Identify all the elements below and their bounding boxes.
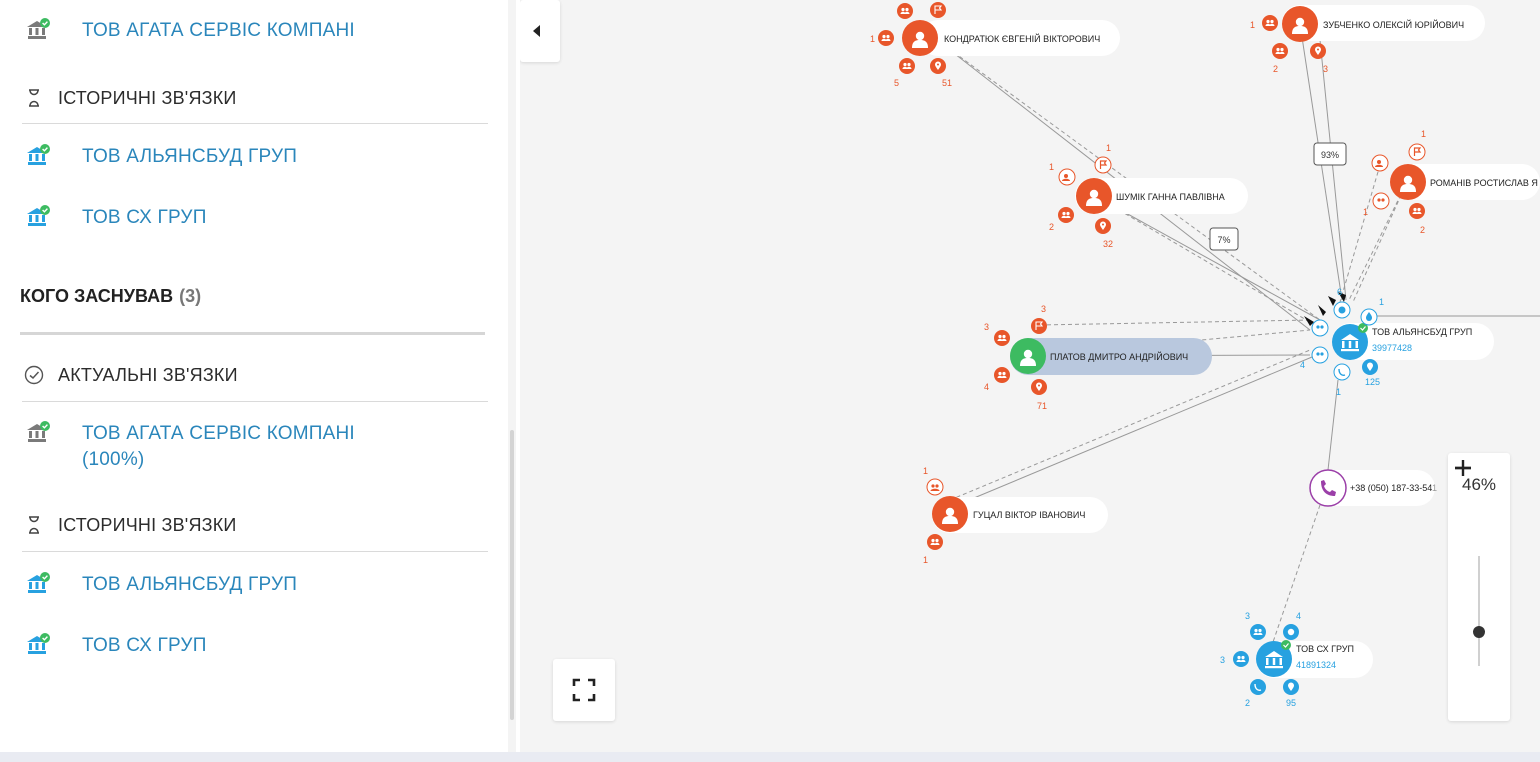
person-node-romaniv[interactable]: РОМАНІВ РОСТИСЛАВ Я 1 1 2	[1363, 129, 1540, 235]
fullscreen-icon	[572, 678, 596, 702]
svg-text:2: 2	[1049, 222, 1054, 232]
chevron-left-icon	[533, 25, 540, 37]
svg-text:2: 2	[1420, 225, 1425, 235]
svg-text:1: 1	[1421, 129, 1426, 139]
svg-text:1: 1	[1363, 207, 1368, 217]
company-link-skh[interactable]: ТОВ СХ ГРУП	[82, 205, 207, 231]
company-link-agata[interactable]: ТОВ АГАТА СЕРВІС КОМПАНІ	[82, 18, 355, 44]
svg-text:1: 1	[923, 555, 928, 565]
svg-text:7%: 7%	[1217, 235, 1230, 245]
svg-text:3: 3	[984, 322, 989, 332]
svg-text:2: 2	[1273, 64, 1278, 74]
company-node-skh[interactable]: ТОВ СХ ГРУП 41891324 3 4 3 2 95	[1220, 611, 1373, 708]
svg-text:ЗУБЧЕНКО ОЛЕКСІЙ ЮРІЙОВИЧ: ЗУБЧЕНКО ОЛЕКСІЙ ЮРІЙОВИЧ	[1323, 19, 1464, 30]
bank-icon	[27, 633, 50, 654]
person-node-platov-selected[interactable]: ПЛАТОВ ДМИТРО АНДРІЙОВИЧ 3 3 4 71	[984, 304, 1212, 411]
svg-text:ПЛАТОВ ДМИТРО АНДРІЙОВИЧ: ПЛАТОВ ДМИТРО АНДРІЙОВИЧ	[1050, 351, 1188, 362]
current-links-heading: АКТУАЛЬНІ ЗВ'ЯЗКИ	[58, 365, 238, 385]
svg-text:2: 2	[1245, 698, 1250, 708]
collapse-sidebar-button[interactable]	[520, 0, 560, 62]
svg-text:1: 1	[1432, 483, 1437, 493]
svg-text:3: 3	[1220, 655, 1225, 665]
company-link-skh-hist[interactable]: ТОВ СХ ГРУП	[82, 633, 207, 659]
company-link-alliansbud-hist[interactable]: ТОВ АЛЬЯНСБУД ГРУП	[82, 572, 297, 598]
svg-text:ТОВ АЛЬЯНСБУД ГРУП: ТОВ АЛЬЯНСБУД ГРУП	[1372, 327, 1472, 337]
svg-text:51: 51	[942, 78, 952, 88]
edge-label-93: 93%	[1313, 142, 1347, 166]
bank-icon	[27, 18, 50, 39]
svg-text:1: 1	[1250, 20, 1255, 30]
hourglass-icon	[29, 516, 39, 534]
svg-text:ШУМІК ГАННА ПАВЛІВНА: ШУМІК ГАННА ПАВЛІВНА	[1116, 192, 1225, 202]
svg-text:ГУЦАЛ ВІКТОР ІВАНОВИЧ: ГУЦАЛ ВІКТОР ІВАНОВИЧ	[973, 510, 1085, 520]
bank-icon	[27, 144, 50, 165]
zoom-slider-track[interactable]	[1478, 556, 1480, 666]
section-count: (3)	[179, 286, 202, 306]
minus-icon[interactable]	[1448, 453, 1478, 483]
svg-text:4: 4	[1300, 360, 1305, 370]
sidebar-panel: ТОВ АГАТА СЕРВІС КОМПАНІ ІСТОРИЧНІ ЗВ'ЯЗ…	[0, 0, 520, 752]
svg-text:41891324: 41891324	[1296, 660, 1336, 670]
company-node-alliansbud[interactable]: ТОВ АЛЬЯНСБУД ГРУП 39977428 6 1 4 1 125	[1300, 287, 1494, 397]
zoom-slider-thumb[interactable]	[1473, 626, 1485, 638]
svg-text:95: 95	[1286, 698, 1296, 708]
divider	[22, 401, 488, 402]
zoom-panel: 46%	[1448, 453, 1510, 721]
svg-text:32: 32	[1103, 239, 1113, 249]
svg-text:1: 1	[870, 34, 875, 44]
graph-canvas[interactable]: 93% 7% КОНДРАТЮК ЄВГЕНІЙ ВІКТОРОВИЧ 1 5 …	[520, 0, 1540, 752]
hourglass-icon	[29, 89, 39, 107]
svg-text:1: 1	[1379, 297, 1384, 307]
bank-icon	[27, 421, 50, 442]
company-share: (100%)	[82, 449, 145, 470]
svg-text:КОНДРАТЮК ЄВГЕНІЙ ВІКТОРОВИЧ: КОНДРАТЮК ЄВГЕНІЙ ВІКТОРОВИЧ	[944, 33, 1100, 44]
svg-text:3: 3	[1323, 64, 1328, 74]
edge-label-7: 7%	[1209, 227, 1239, 251]
founded-section-title: КОГО ЗАСНУВАВ (3)	[20, 286, 201, 307]
svg-text:5: 5	[894, 78, 899, 88]
section-title-text: КОГО ЗАСНУВАВ	[20, 286, 174, 306]
bank-icon	[27, 205, 50, 226]
historical-links-heading: ІСТОРИЧНІ ЗВ'ЯЗКИ	[58, 88, 237, 108]
svg-text:1: 1	[1049, 162, 1054, 172]
person-node-kondratyuk[interactable]: КОНДРАТЮК ЄВГЕНІЙ ВІКТОРОВИЧ 1 5 51	[870, 2, 1120, 88]
svg-text:93%: 93%	[1321, 150, 1339, 160]
svg-text:РОМАНІВ РОСТИСЛАВ Я: РОМАНІВ РОСТИСЛАВ Я	[1430, 178, 1538, 188]
svg-text:1: 1	[1336, 387, 1341, 397]
svg-text:3: 3	[1041, 304, 1046, 314]
svg-text:4: 4	[984, 382, 989, 392]
divider	[22, 123, 488, 124]
section-rule	[20, 332, 485, 335]
person-node-zubchenko[interactable]: ЗУБЧЕНКО ОЛЕКСІЙ ЮРІЙОВИЧ 1 2 3	[1250, 5, 1485, 74]
svg-text:+38 (050) 187-33-54: +38 (050) 187-33-54	[1350, 483, 1432, 493]
svg-text:4: 4	[1296, 611, 1301, 621]
svg-text:71: 71	[1037, 401, 1047, 411]
svg-text:3: 3	[1245, 611, 1250, 621]
svg-text:1: 1	[1106, 143, 1111, 153]
company-link-alliansbud[interactable]: ТОВ АЛЬЯНСБУД ГРУП	[82, 144, 297, 170]
historical-links-heading: ІСТОРИЧНІ ЗВ'ЯЗКИ	[58, 515, 237, 535]
bank-icon	[27, 572, 50, 593]
company-link-agata-current[interactable]: ТОВ АГАТА СЕРВІС КОМПАНІ	[82, 421, 355, 447]
svg-text:39977428: 39977428	[1372, 343, 1412, 353]
svg-text:125: 125	[1365, 377, 1380, 387]
check-circle-icon	[24, 365, 44, 385]
svg-text:6: 6	[1337, 287, 1342, 297]
phone-node[interactable]: +38 (050) 187-33-54 1	[1309, 469, 1437, 507]
fullscreen-button[interactable]	[553, 659, 615, 721]
bottom-strip	[0, 752, 1540, 762]
scrollbar-thumb[interactable]	[510, 430, 514, 720]
divider	[22, 551, 488, 552]
svg-text:ТОВ СХ ГРУП: ТОВ СХ ГРУП	[1296, 644, 1354, 654]
svg-text:1: 1	[923, 466, 928, 476]
